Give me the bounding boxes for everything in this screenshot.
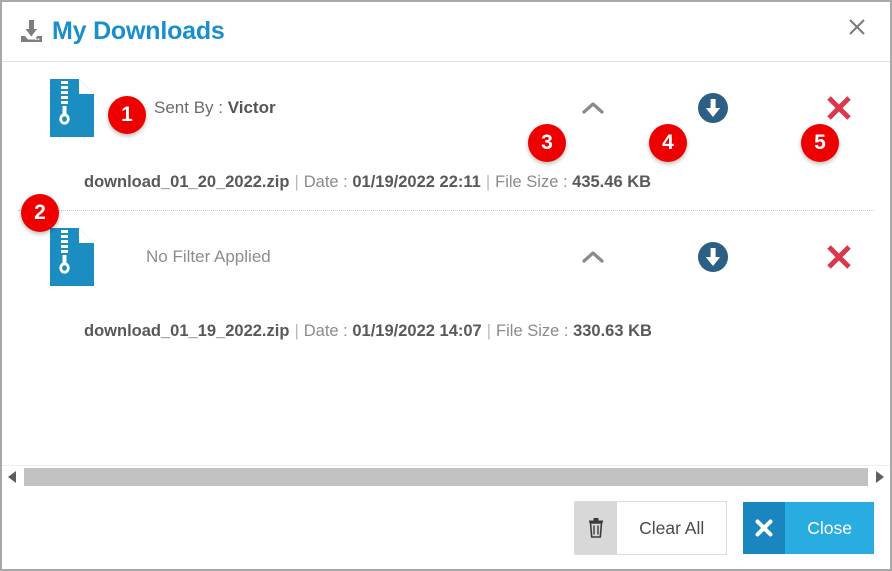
- date-value: 01/19/2022 14:07: [352, 322, 481, 341]
- sender-name: Victor: [228, 98, 276, 117]
- download-circle-icon[interactable]: [686, 235, 740, 279]
- page-title: My Downloads: [52, 17, 225, 46]
- sender-label: Sent By: [154, 98, 214, 117]
- info-separator: |: [487, 322, 491, 341]
- horizontal-scrollbar[interactable]: [2, 465, 890, 487]
- close-icon[interactable]: [840, 10, 874, 44]
- callout-badge-3: 3: [528, 124, 566, 162]
- callout-badge-2: 2: [21, 194, 59, 232]
- delete-x-icon[interactable]: [812, 235, 866, 279]
- download-circle-icon[interactable]: [686, 86, 740, 130]
- size-value: 435.46 KB: [572, 173, 651, 192]
- clear-all-label: Clear All: [617, 502, 726, 554]
- download-item-info: download_01_19_2022.zip | Date : 01/19/2…: [16, 303, 876, 359]
- chevron-up-icon[interactable]: [566, 235, 620, 279]
- triangle-right-icon[interactable]: [868, 466, 890, 488]
- scrollbar-thumb[interactable]: [24, 468, 868, 486]
- download-item-actions: [566, 211, 866, 303]
- info-separator: |: [294, 173, 298, 192]
- download-item-header: No Filter Applied: [16, 211, 876, 303]
- size-value: 330.63 KB: [573, 322, 652, 341]
- download-tray-icon: [16, 17, 46, 47]
- dialog-footer: Clear All Close: [2, 487, 890, 569]
- info-separator: |: [486, 173, 490, 192]
- scrollbar-track[interactable]: [24, 468, 868, 486]
- date-value: 01/19/2022 22:11: [352, 173, 480, 192]
- callout-badge-5: 5: [801, 124, 839, 162]
- download-item-filter-status: No Filter Applied: [146, 247, 271, 267]
- download-item-sender: Sent By : Victor: [154, 98, 276, 118]
- download-item: No Filter Applied: [2, 211, 890, 359]
- chevron-up-icon[interactable]: [566, 86, 620, 130]
- dialog-header: My Downloads: [2, 2, 890, 62]
- clear-all-button[interactable]: Clear All: [574, 501, 727, 555]
- zip-file-icon: [46, 75, 98, 141]
- download-item: Sent By : Victor: [2, 62, 890, 210]
- callout-badge-4: 4: [649, 124, 687, 162]
- close-button[interactable]: Close: [743, 502, 874, 554]
- date-label: Date :: [304, 322, 348, 341]
- x-mark-icon: [743, 502, 785, 554]
- download-filename: download_01_20_2022.zip: [84, 173, 289, 192]
- download-item-info: download_01_20_2022.zip | Date : 01/19/2…: [16, 154, 876, 210]
- info-separator: |: [294, 322, 298, 341]
- callout-badge-1: 1: [108, 96, 146, 134]
- triangle-left-icon[interactable]: [2, 466, 24, 488]
- download-filename: download_01_19_2022.zip: [84, 322, 289, 341]
- sender-colon: :: [214, 98, 228, 117]
- close-label: Close: [785, 502, 874, 554]
- zip-file-icon: [46, 224, 98, 290]
- size-label: File Size :: [496, 322, 568, 341]
- date-label: Date :: [304, 173, 348, 192]
- my-downloads-dialog: My Downloads: [0, 0, 892, 571]
- size-label: File Size :: [495, 173, 567, 192]
- trash-icon: [575, 502, 617, 554]
